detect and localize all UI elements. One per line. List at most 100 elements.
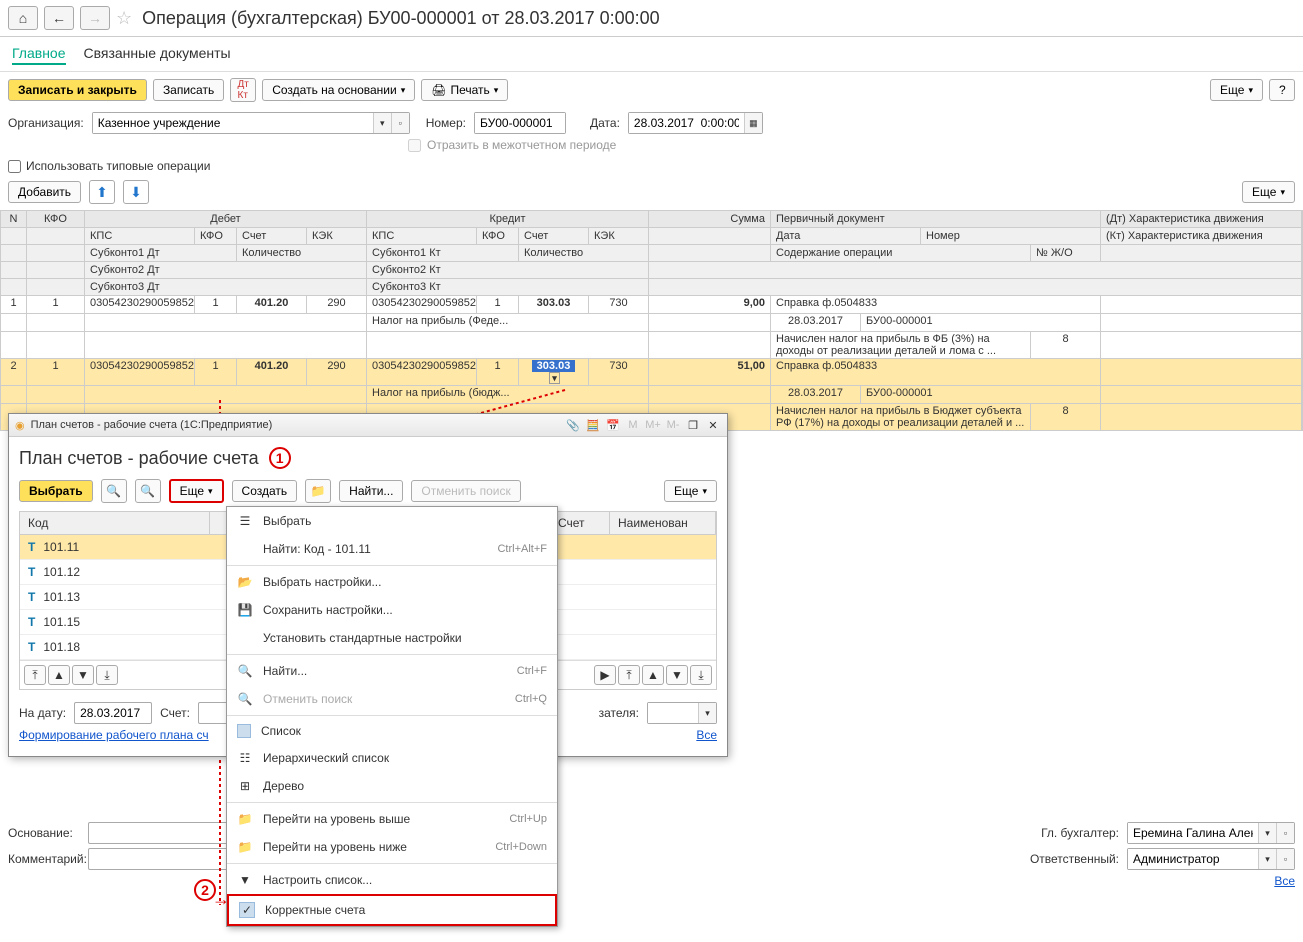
nav-up-icon[interactable]: ▲: [48, 665, 70, 685]
menu-configure[interactable]: ▼Настроить список...: [227, 866, 557, 894]
grid-more-button[interactable]: Еще: [1242, 181, 1295, 203]
favorite-icon[interactable]: ☆: [116, 8, 132, 29]
dtkt-icon[interactable]: ДтКт: [230, 78, 256, 102]
menu-correct-accounts[interactable]: ✓Корректные счета: [227, 894, 557, 926]
dropdown-icon[interactable]: ▾: [1258, 823, 1276, 843]
create-based-button[interactable]: Создать на основании: [262, 79, 415, 101]
osnovanie-input[interactable]: [88, 822, 238, 844]
num-input[interactable]: [475, 113, 565, 133]
resp-combo[interactable]: ▾ ▫: [1127, 848, 1295, 870]
modal-acct-input[interactable]: [198, 702, 228, 724]
m-plus-icon[interactable]: M+: [645, 417, 661, 433]
open-icon[interactable]: ▫: [391, 113, 409, 133]
menu-find-code[interactable]: Найти: Код - 101.11Ctrl+Alt+F: [227, 535, 557, 563]
nav-last-icon[interactable]: ⤓: [96, 665, 118, 685]
more-button[interactable]: Еще: [1210, 79, 1263, 101]
nav-first2-icon[interactable]: ⤒: [618, 665, 640, 685]
org-combo[interactable]: ▾ ▫: [92, 112, 410, 134]
open-icon[interactable]: ▫: [1276, 849, 1294, 869]
nav-up2-icon[interactable]: ▲: [642, 665, 664, 685]
forward-icon[interactable]: →: [80, 6, 110, 30]
m-minus-icon[interactable]: M-: [665, 417, 681, 433]
modal-more2-button[interactable]: Еще: [664, 480, 717, 502]
table-row[interactable]: Налог на прибыль (Феде... 28.03.2017 БУ0…: [0, 314, 1303, 332]
home-icon[interactable]: ⌂: [8, 6, 38, 30]
calendar-icon[interactable]: ▦: [744, 113, 762, 133]
nav-last2-icon[interactable]: ⤓: [690, 665, 712, 685]
org-input[interactable]: [93, 113, 373, 133]
table-row[interactable]: 2 1 03054230290059852 1 401.20 290 03054…: [0, 359, 1303, 386]
open-icon[interactable]: ▫: [1276, 823, 1294, 843]
modal-more-button[interactable]: Еще: [169, 479, 224, 503]
modal-create-button[interactable]: Создать: [232, 480, 298, 502]
resp-input[interactable]: [1128, 849, 1258, 869]
m-icon[interactable]: M: [625, 417, 641, 433]
add-button[interactable]: Добавить: [8, 181, 81, 203]
modal-cancel-search-button[interactable]: Отменить поиск: [411, 480, 520, 502]
restore-icon[interactable]: ❐: [685, 417, 701, 433]
modal-all-link[interactable]: Все: [696, 728, 717, 742]
col-kek-kt: КЭК: [589, 228, 649, 244]
nav-down-icon[interactable]: ▼: [72, 665, 94, 685]
table-row[interactable]: Налог на прибыль (бюдж... 28.03.2017 БУ0…: [0, 386, 1303, 404]
optional-combo[interactable]: ▾: [647, 702, 717, 724]
close-icon[interactable]: ✕: [705, 417, 721, 433]
all-link[interactable]: Все: [1274, 874, 1295, 888]
menu-level-up[interactable]: 📁Перейти на уровень вышеCtrl+Up: [227, 805, 557, 833]
nav-first-icon[interactable]: ⤒: [24, 665, 46, 685]
modal-titlebar[interactable]: ◉ План счетов - рабочие счета (1С:Предпр…: [9, 414, 727, 437]
col-credit: Кредит: [367, 211, 649, 227]
optional-input[interactable]: [648, 703, 698, 723]
menu-pick-settings[interactable]: 📂Выбрать настройки...: [227, 568, 557, 596]
nav-down2-icon[interactable]: ▼: [666, 665, 688, 685]
save-button[interactable]: Записать: [153, 79, 224, 101]
dropdown-icon[interactable]: ▾: [698, 703, 716, 723]
cal-icon[interactable]: 📅: [605, 417, 621, 433]
menu-hier-list[interactable]: ☷Иерархический список: [227, 744, 557, 772]
tree-icon: ⊞: [237, 778, 253, 794]
date-input[interactable]: [629, 113, 744, 133]
move-down-icon[interactable]: ⬇: [123, 180, 149, 204]
typical-ops-checkbox[interactable]: [8, 160, 21, 173]
table-row[interactable]: 1 1 03054230290059852 1 401.20 290 03054…: [0, 296, 1303, 314]
kt-account-selected[interactable]: 303.03 ▾: [519, 359, 589, 385]
date-combo[interactable]: ▦: [628, 112, 763, 134]
menu-tree[interactable]: ⊞Дерево: [227, 772, 557, 800]
tab-main[interactable]: Главное: [12, 43, 66, 65]
menu-std-settings[interactable]: Установить стандартные настройки: [227, 624, 557, 652]
help-button[interactable]: ?: [1269, 79, 1295, 101]
dropdown-icon[interactable]: ▾: [549, 372, 560, 384]
tab-linked[interactable]: Связанные документы: [84, 43, 231, 65]
num-combo[interactable]: [474, 112, 566, 134]
magnify-icon[interactable]: 🔍: [101, 479, 127, 503]
menu-select[interactable]: ☰Выбрать: [227, 507, 557, 535]
gl-buh-combo[interactable]: ▾ ▫: [1127, 822, 1295, 844]
table-row[interactable]: Начислен налог на прибыль в ФБ (3%) на д…: [0, 332, 1303, 359]
dropdown-icon[interactable]: ▾: [373, 113, 391, 133]
modal-link[interactable]: Формирование рабочего плана сч: [19, 728, 209, 742]
form-row-org: Организация: ▾ ▫ Номер: Дата: ▦: [0, 108, 1303, 138]
modal-date-input[interactable]: [74, 702, 152, 724]
comment-input[interactable]: [88, 848, 238, 870]
print-button[interactable]: 🖨 Печать: [421, 79, 508, 101]
modal-select-button[interactable]: Выбрать: [19, 480, 93, 502]
modal-find-button[interactable]: Найти...: [339, 480, 403, 502]
nav-play-icon[interactable]: ▶: [594, 665, 616, 685]
folder-icon[interactable]: 📁: [305, 479, 331, 503]
menu-cancel-search[interactable]: 🔍Отменить поискCtrl+Q: [227, 685, 557, 713]
magnify-cancel-icon[interactable]: 🔍: [135, 479, 161, 503]
save-close-button[interactable]: Записать и закрыть: [8, 79, 147, 101]
col-s1dt: Субконто1 Дт: [85, 245, 237, 261]
calc-icon[interactable]: 🧮: [585, 417, 601, 433]
menu-save-settings[interactable]: 💾Сохранить настройки...: [227, 596, 557, 624]
col-kps-dt: КПС: [85, 228, 195, 244]
dropdown-icon[interactable]: ▾: [1258, 849, 1276, 869]
col-qty-kt: Количество: [519, 245, 649, 261]
move-up-icon[interactable]: ⬆: [89, 180, 115, 204]
clip-icon[interactable]: 📎: [565, 417, 581, 433]
menu-level-down[interactable]: 📁Перейти на уровень нижеCtrl+Down: [227, 833, 557, 861]
menu-find[interactable]: 🔍Найти...Ctrl+F: [227, 657, 557, 685]
menu-list[interactable]: Список: [227, 718, 557, 744]
gl-buh-input[interactable]: [1128, 823, 1258, 843]
back-icon[interactable]: ←: [44, 6, 74, 30]
